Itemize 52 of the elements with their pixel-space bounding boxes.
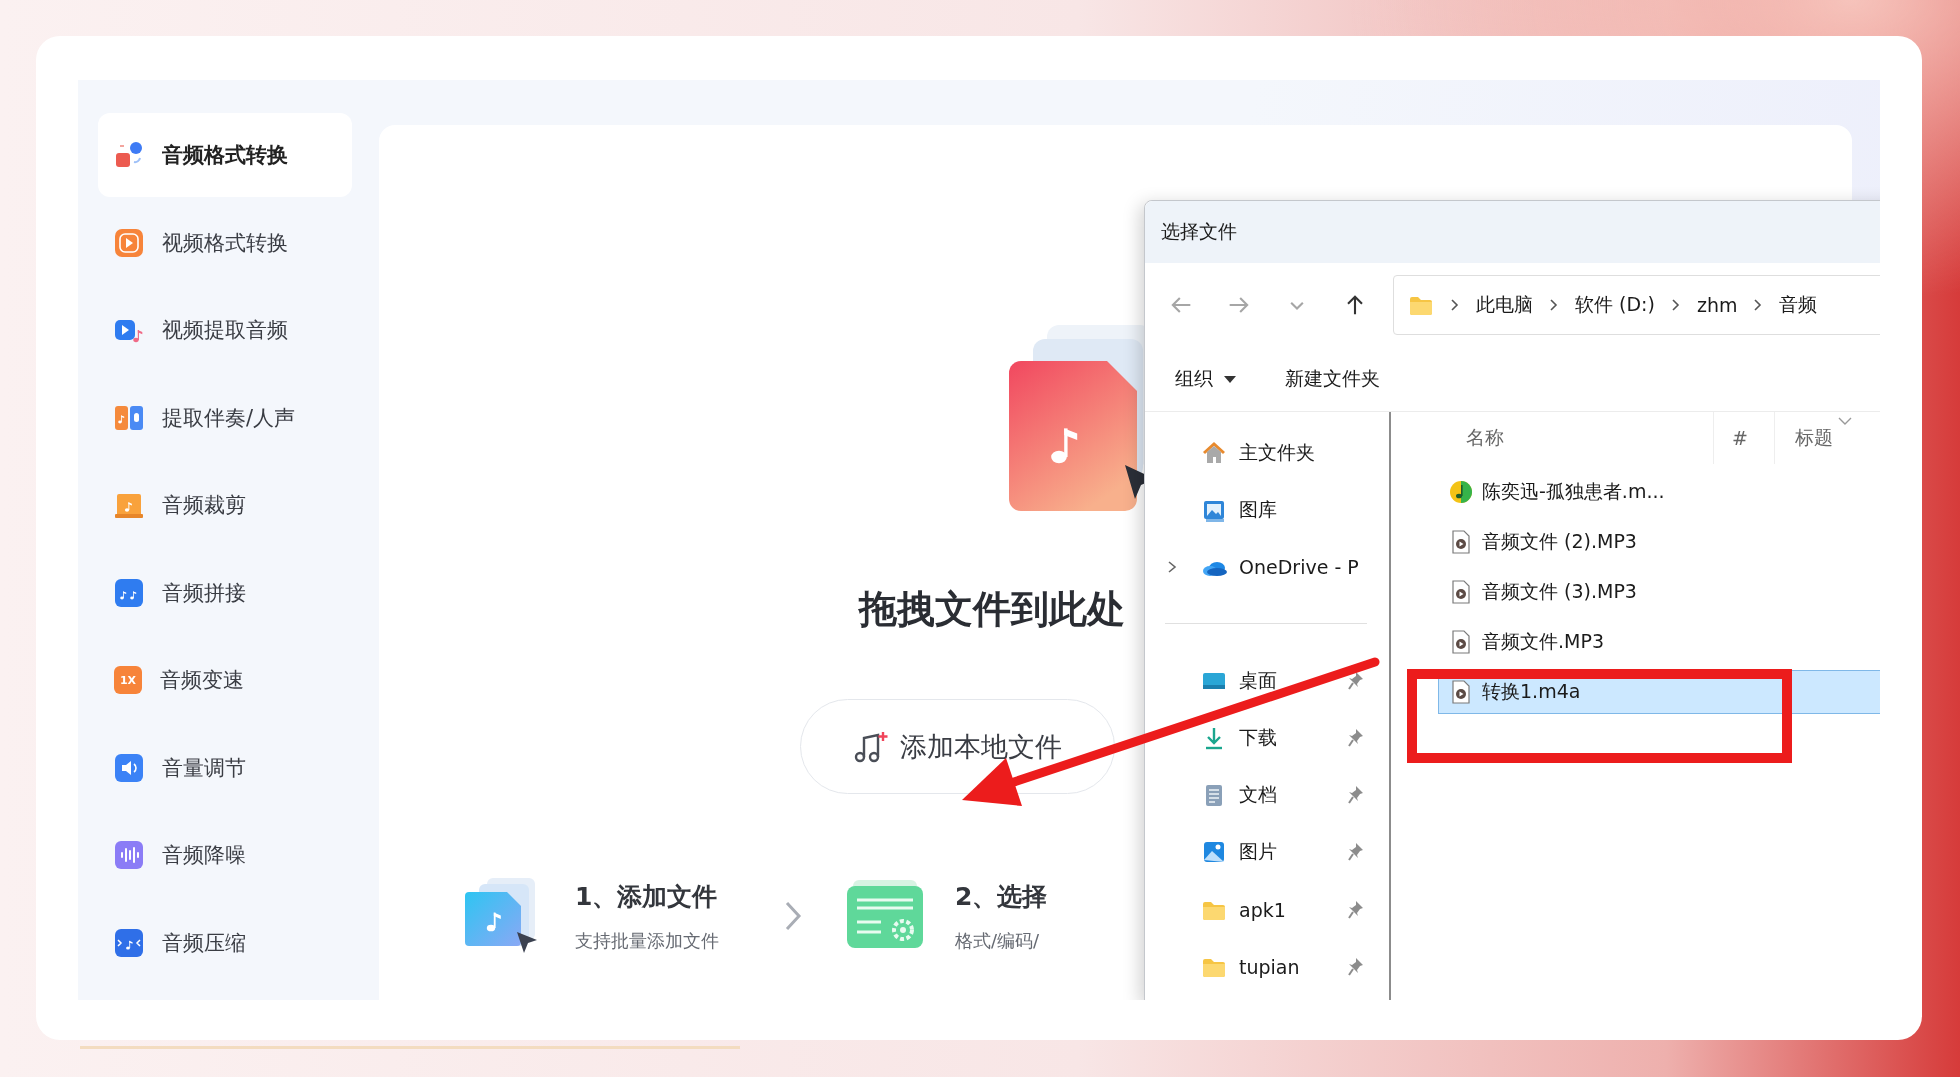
sidebar-item[interactable]: 音频裁剪	[98, 463, 352, 547]
column-header[interactable]: #	[1714, 412, 1775, 464]
sidebar-item[interactable]: 视频提取音频	[98, 288, 352, 372]
column-header[interactable]: 标题	[1775, 412, 1833, 464]
drop-hint-heading: 拖拽文件到此处	[859, 586, 1125, 633]
nav-item[interactable]: 图片	[1201, 839, 1277, 866]
nav-item[interactable]: 文档	[1201, 782, 1277, 809]
play-icon	[114, 227, 144, 258]
sidebar-item[interactable]: 1X 音频变速	[98, 638, 352, 722]
music-add-icon	[853, 729, 890, 764]
nav-item[interactable]: 图库	[1201, 496, 1277, 523]
sidebar-item[interactable]: 提取伴奏/人声	[98, 375, 352, 460]
speed-icon: 1X	[114, 666, 142, 694]
column-header[interactable]: 名称	[1407, 412, 1714, 464]
step-title: 2、选择	[955, 880, 1048, 913]
breadcrumb-item[interactable]: 音频	[1779, 291, 1818, 318]
music-note-icon	[114, 927, 144, 958]
step-description: 支持批量添加文件	[575, 928, 719, 953]
breadcrumb-item[interactable]: 软件 (D:)	[1575, 291, 1655, 318]
shapes-icon	[114, 140, 144, 170]
file-row[interactable]: 陈奕迅-孤独患者.m...	[1438, 470, 1880, 514]
toolbar-button[interactable]: 新建文件夹	[1285, 365, 1380, 392]
nav-item[interactable]: apk1	[1201, 896, 1286, 923]
sidebar-item[interactable]: 音频压缩	[98, 900, 352, 985]
dialog-title: 选择文件	[1161, 219, 1237, 244]
sidebar-item[interactable]: 音频格式转换	[98, 113, 352, 197]
file-row[interactable]: 音频文件 (3).MP3	[1438, 570, 1880, 614]
sidebar-item[interactable]: 音频拼接	[98, 550, 352, 635]
home-icon	[1201, 439, 1227, 466]
step-title: 1、添加文件	[575, 880, 719, 913]
step-description: 格式/编码/	[955, 928, 1041, 953]
toolbar-button[interactable]: 组织	[1175, 365, 1237, 392]
sidebar-item[interactable]: 视频格式转换	[98, 200, 352, 285]
nav-item[interactable]: tupian	[1201, 954, 1300, 980]
nav-item[interactable]: 下载	[1201, 724, 1277, 751]
nav-item[interactable]: OneDrive - P	[1201, 554, 1359, 581]
music-disc-icon	[1448, 479, 1474, 505]
nav-item[interactable]: 主文件夹	[1201, 439, 1315, 466]
waveform-icon	[114, 840, 144, 870]
speaker-icon	[114, 752, 144, 783]
nav-item[interactable]: 桌面	[1201, 667, 1277, 694]
sidebar-item[interactable]: 音量调节	[98, 725, 352, 810]
address-bar[interactable]: 此电脑 软件 (D:) zhm 音频	[1393, 274, 1880, 335]
chevron-right-icon	[783, 899, 803, 933]
chevron-down-icon[interactable]	[1837, 416, 1853, 426]
file-row[interactable]: 音频文件.MP3	[1438, 620, 1880, 664]
sidebar-item[interactable]: 音频降噪	[98, 813, 352, 897]
add-local-file-button[interactable]: 添加本地文件	[800, 699, 1115, 794]
breadcrumb-item[interactable]: zhm	[1696, 293, 1738, 316]
breadcrumb-item[interactable]: 此电脑	[1476, 291, 1533, 318]
file-row[interactable]: 音频文件 (2).MP3	[1438, 520, 1880, 564]
music-notes-icon	[114, 577, 144, 608]
